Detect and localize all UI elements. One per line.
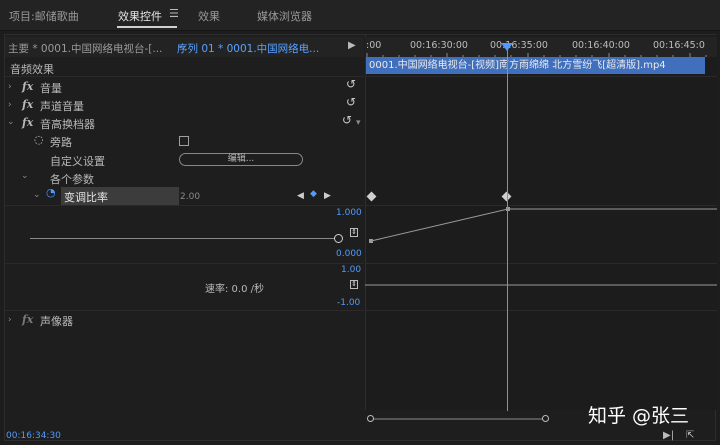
playhead-marker[interactable] [501,43,513,51]
fx-icon[interactable]: fx [22,80,33,93]
velocity-min-value: -1.00 [337,298,361,308]
value-slider-track[interactable] [30,238,339,239]
watermark: 知乎 @张三 [588,405,690,427]
play-triangle-icon[interactable]: ▶ [348,40,356,51]
velocity-max-value: 1.00 [341,265,362,275]
tab-media-browser[interactable]: 媒体浏览器 [257,8,312,24]
fx-icon[interactable]: fx [22,116,33,129]
current-timecode[interactable]: 00:16:34:30 [6,431,61,441]
transpose-ratio-value[interactable]: 2.00 [180,192,200,202]
expand-arrow-icon[interactable]: › [8,100,12,110]
audio-clip-bar[interactable]: 0001.中国网络电视台-[视频]南方雨绵绵 北方雪纷飞[超清版].mp4 [366,57,705,74]
collapse-arrow-icon[interactable]: ⌄ [33,190,41,200]
scrollbar-left-handle[interactable] [367,415,374,422]
stopwatch-icon[interactable]: ◌ [34,133,44,146]
dropdown-caret-icon[interactable]: ▾ [356,118,361,128]
divider [5,310,364,311]
graph-max-value: 1.000 [336,208,362,218]
graph-scale-icon[interactable]: ⇕ [350,228,358,237]
bypass-checkbox[interactable] [179,136,189,146]
tab-project[interactable]: 项目:邮储歌曲 [9,8,79,24]
transpose-ratio-label[interactable]: 变调比率 [64,189,108,205]
tab-effects[interactable]: 效果 [198,8,220,24]
divider [365,76,717,77]
edit-button[interactable]: 编辑... [179,153,303,166]
expand-arrow-icon[interactable]: › [8,315,12,325]
panel-tab-bar: 项目:邮储歌曲 效果控件 ☰ 效果 媒体浏览器 [0,0,720,31]
active-tab-underline [117,26,177,28]
graph-min-value: 0.000 [336,249,362,259]
timeline-zoom-scrollbar[interactable] [369,418,549,420]
divider [5,76,364,77]
keyframe-value-graph[interactable] [365,205,717,305]
collapse-arrow-icon[interactable]: ⌄ [21,171,29,181]
add-keyframe-icon[interactable]: ◆ [310,189,317,199]
graph-scale-icon[interactable]: ⇕ [350,280,358,289]
export-icon[interactable]: ⇱ [686,430,694,441]
effect-panner[interactable]: 声像器 [40,313,73,329]
stopwatch-icon[interactable]: ◔ [46,186,56,199]
prev-keyframe-icon[interactable]: ◀ [297,191,304,201]
master-clip-crumb[interactable]: 主要 * 0001.中国网络电视台-[... [8,41,162,56]
custom-setup-label: 自定义设置 [50,155,105,168]
divider [365,310,717,311]
individual-params-label: 各个参数 [50,173,94,186]
divider [5,205,364,206]
playhead-line[interactable] [507,48,508,411]
audio-effects-section-title: 音频效果 [10,63,54,76]
hamburger-icon[interactable]: ☰ [169,7,179,20]
play-audio-icon[interactable]: ▶| [663,430,674,441]
fx-icon[interactable]: fx [22,98,33,111]
velocity-label: 速率: 0.0 /秒 [205,284,264,295]
bypass-label: 旁路 [50,136,72,149]
effect-volume[interactable]: 音量 [40,80,62,96]
scrollbar-right-handle[interactable] [542,415,549,422]
effect-pitch-shifter[interactable]: 音高换档器 [40,116,95,132]
sequence-clip-crumb[interactable]: 序列 01 * 0001.中国网络电... [177,41,319,56]
value-slider-knob[interactable] [334,234,343,243]
tab-effect-controls[interactable]: 效果控件 [118,8,162,24]
reset-icon[interactable]: ↺ [346,95,356,109]
reset-icon[interactable]: ↺ [346,77,356,91]
collapse-arrow-icon[interactable]: ⌄ [7,117,15,127]
expand-arrow-icon[interactable]: › [8,82,12,92]
reset-icon[interactable]: ↺ [342,113,352,127]
divider [5,263,364,264]
fx-icon[interactable]: fx [22,313,33,326]
next-keyframe-icon[interactable]: ▶ [324,191,331,201]
ruler-ticks [366,53,707,57]
effect-channel-volume[interactable]: 声道音量 [40,98,84,114]
